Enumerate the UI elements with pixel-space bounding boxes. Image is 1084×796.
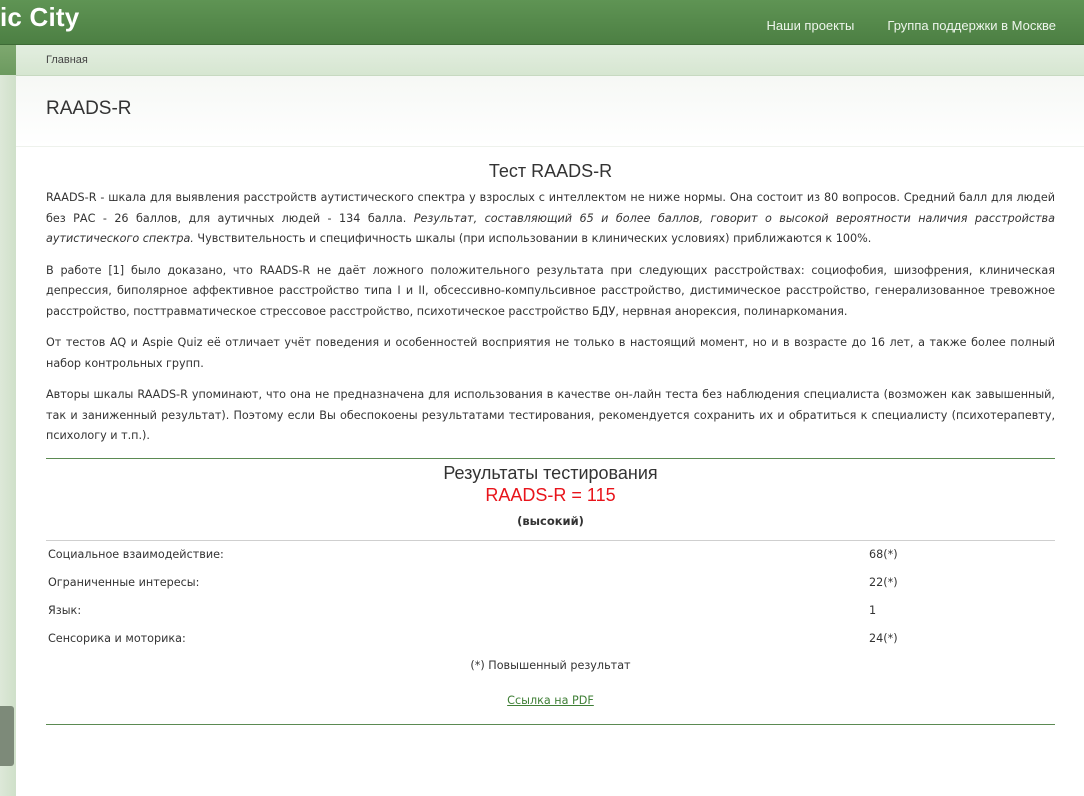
intro-text-b: Чувствительность и специфичность шкалы (… (193, 232, 872, 245)
results-level: (высокий) (517, 513, 584, 528)
subscale-label: Ограниченные интересы: (48, 576, 200, 589)
subscale-label: Социальное взаимодействие: (48, 548, 224, 561)
subscale-value: 68(*) (869, 548, 898, 561)
page-title: RAADS-R (46, 98, 132, 119)
table-row: Социальное взаимодействие: 68(*) (46, 540, 1055, 569)
bottom-divider (46, 723, 1055, 725)
disorders-paragraph: В работе [1] было доказано, что RAADS-R … (46, 263, 1055, 318)
main-nav: Наши проекты Группа поддержки в Москве (767, 15, 1084, 34)
results-score: RAADS-R = 115 (485, 484, 616, 505)
main-panel: Главная RAADS-R Тест RAADS-R RAADS-R - ш… (16, 45, 1084, 796)
subscale-table: Социальное взаимодействие: 68(*) Огранич… (46, 539, 1055, 653)
title-bar: RAADS-R (16, 76, 1084, 147)
results-title: Результаты тестирования (443, 462, 658, 483)
subscale-value: 22(*) (869, 576, 898, 589)
nav-link-moscow-support[interactable]: Группа поддержки в Москве (887, 18, 1056, 33)
elevated-footnote: (*) Повышенный результат (470, 658, 631, 672)
intro-paragraph: RAADS-R - шкала для выявления расстройст… (46, 188, 1055, 250)
left-side-strip (0, 75, 16, 796)
breadcrumb: Главная (16, 45, 1084, 76)
table-row: Язык: 1 (46, 597, 1055, 625)
subscale-value: 24(*) (869, 632, 898, 645)
results-divider (46, 457, 1055, 459)
disclaimer-paragraph: Авторы шкалы RAADS-R упоминают, что она … (46, 388, 1055, 442)
site-brand[interactable]: ic City (0, 2, 79, 33)
pdf-link-wrap: Ссылка на PDF (46, 689, 1055, 708)
side-tab[interactable] (0, 706, 14, 766)
table-row: Ограниченные интересы: 22(*) (46, 569, 1055, 597)
subscale-label: Сенсорика и моторика: (48, 632, 186, 645)
top-navbar: ic City Наши проекты Группа поддержки в … (0, 0, 1084, 45)
subscale-label: Язык: (48, 604, 82, 617)
table-row: Сенсорика и моторика: 24(*) (46, 625, 1055, 653)
article-content: Тест RAADS-R RAADS-R - шкала для выявлен… (16, 147, 1084, 725)
test-heading: Тест RAADS-R (488, 161, 613, 181)
nav-link-projects[interactable]: Наши проекты (767, 18, 855, 33)
subscale-value: 1 (869, 604, 877, 617)
pdf-link[interactable]: Ссылка на PDF (507, 694, 594, 707)
breadcrumb-home-link[interactable]: Главная (46, 54, 88, 66)
comparison-paragraph: От тестов AQ и Aspie Quiz её отличает уч… (46, 336, 1055, 370)
